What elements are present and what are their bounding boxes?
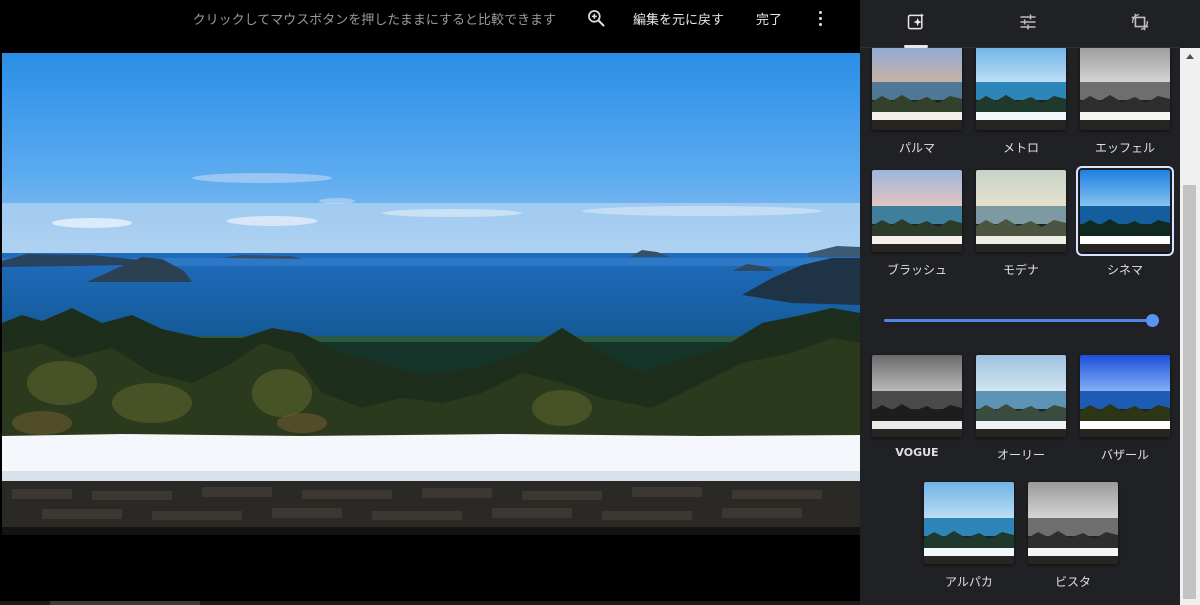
- filter-label: アルパカ: [945, 575, 993, 589]
- scroll-up-arrow-icon[interactable]: [1186, 54, 1194, 59]
- auto-fix-icon[interactable]: [902, 8, 930, 36]
- photo-canvas[interactable]: [2, 53, 860, 535]
- edit-panel: パルマ メトロ エッフェル ブラッシュ モデナ シネマ VOGUE オーリー バ…: [860, 0, 1200, 605]
- filter-thumbnail[interactable]: エッフェル: [1080, 46, 1170, 156]
- filter-preview: [872, 355, 962, 437]
- filter-preview: [924, 482, 1014, 564]
- scrollbar-thumb[interactable]: [1183, 185, 1196, 599]
- filter-label: ブラッシュ: [886, 263, 947, 277]
- revert-edits-button[interactable]: 編集を元に戻す: [633, 9, 724, 28]
- edit-tabs: [860, 0, 1180, 48]
- filter-preview: [1028, 482, 1118, 564]
- filter-preview: [976, 46, 1066, 130]
- filter-preview: [976, 170, 1066, 252]
- filter-preview: [872, 170, 962, 252]
- filter-thumbnail[interactable]: ブラッシュ: [872, 170, 962, 278]
- crop-rotate-icon[interactable]: [1126, 8, 1154, 36]
- panel-scrollbar[interactable]: [1180, 48, 1200, 605]
- filter-thumbnail[interactable]: VOGUE: [872, 355, 962, 459]
- filter-thumbnail[interactable]: パルマ: [872, 46, 962, 156]
- filter-label: ビスタ: [1054, 575, 1091, 589]
- filter-preview: [1076, 166, 1174, 256]
- tune-icon[interactable]: [1014, 8, 1042, 36]
- filter-label: パルマ: [898, 141, 935, 155]
- horizontal-scrollbar[interactable]: [0, 601, 860, 605]
- filter-preview: [976, 355, 1066, 437]
- editor-toolbar: クリックしてマウスボタンを押したままにすると比較できます 編集を元に戻す 完了: [0, 0, 860, 36]
- filter-label: シネマ: [1106, 263, 1143, 277]
- filter-thumbnail[interactable]: モデナ: [976, 170, 1066, 278]
- active-tab-indicator: [904, 45, 928, 48]
- filter-thumbnail[interactable]: バザール: [1080, 355, 1170, 463]
- filter-thumbnail[interactable]: オーリー: [976, 355, 1066, 463]
- zoom-in-icon[interactable]: [586, 8, 606, 28]
- compare-hint: クリックしてマウスボタンを押したままにすると比較できます: [192, 12, 556, 28]
- scrollbar-thumb[interactable]: [50, 601, 200, 605]
- filter-label: VOGUE: [895, 446, 939, 459]
- slider-track: [884, 319, 1159, 322]
- filter-thumbnail[interactable]: メトロ: [976, 46, 1066, 156]
- filter-label: バザール: [1100, 448, 1149, 462]
- slider-knob[interactable]: [1146, 314, 1159, 327]
- filter-preview: [1080, 46, 1170, 130]
- filter-preview: [1080, 355, 1170, 437]
- filter-label: メトロ: [1002, 141, 1039, 155]
- filter-thumbnail[interactable]: アルパカ: [924, 482, 1014, 590]
- done-button[interactable]: 完了: [756, 9, 782, 28]
- more-vert-icon[interactable]: [810, 8, 830, 28]
- filter-thumbnail-selected[interactable]: シネマ: [1076, 166, 1174, 278]
- filter-label: モデナ: [1002, 263, 1039, 277]
- filter-preview: [872, 46, 962, 130]
- filter-label: エッフェル: [1094, 141, 1155, 155]
- filter-intensity-slider[interactable]: [884, 314, 1159, 328]
- filter-thumbnail[interactable]: ビスタ: [1028, 482, 1118, 590]
- filter-label: オーリー: [996, 448, 1045, 462]
